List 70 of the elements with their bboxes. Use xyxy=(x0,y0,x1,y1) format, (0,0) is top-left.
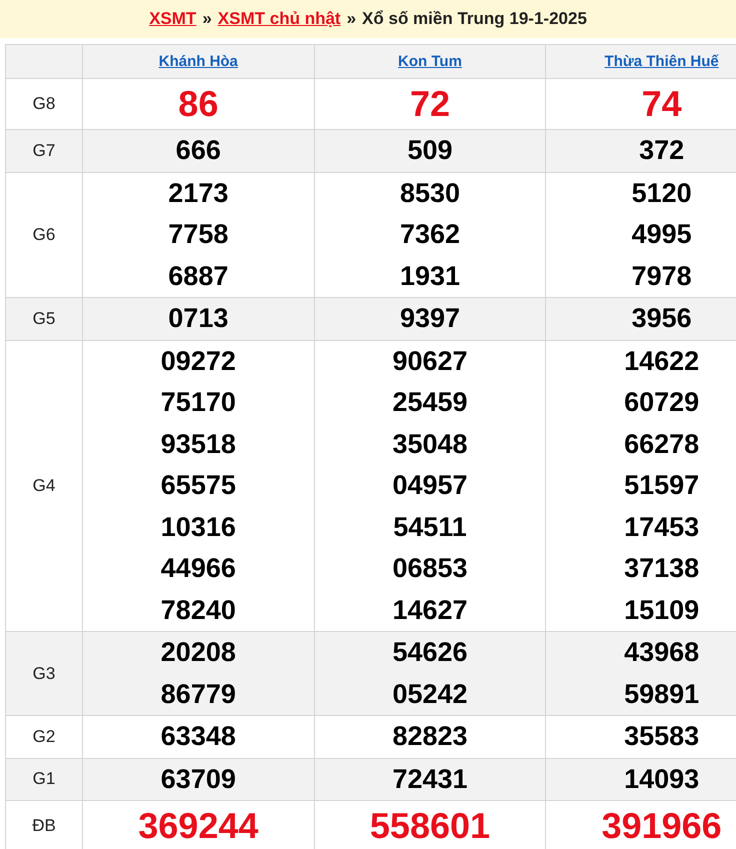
result-number: 9397 xyxy=(400,303,460,333)
result-number: 37138 xyxy=(624,553,700,583)
result-number: 5120 xyxy=(632,178,692,208)
result-number: 35048 xyxy=(392,428,468,458)
result-number: 8530 xyxy=(400,178,460,208)
result-number: 51597 xyxy=(624,470,700,500)
result-number: 372 xyxy=(639,135,684,165)
prize-label: G4 xyxy=(32,476,56,495)
result-number: 2173 xyxy=(168,178,228,208)
prize-label: G6 xyxy=(32,224,56,244)
result-number: 7758 xyxy=(168,219,228,249)
result-number: 666 xyxy=(176,135,221,165)
result-number: 0713 xyxy=(168,303,228,333)
result-number: 10316 xyxy=(160,512,236,542)
result-number: 7362 xyxy=(400,219,460,249)
result-number: 391966 xyxy=(602,805,722,846)
result-number: 369244 xyxy=(138,805,258,846)
result-number: 7978 xyxy=(632,260,692,290)
result-number: 14093 xyxy=(624,764,700,794)
result-number: 74 xyxy=(642,83,682,124)
result-number: 65575 xyxy=(160,470,236,500)
page-title: Xổ số miền Trung 19-1-2025 xyxy=(362,9,587,29)
breadcrumb-separator: » xyxy=(346,9,356,29)
result-number: 75170 xyxy=(160,387,236,417)
result-number: 05242 xyxy=(392,678,468,708)
result-number: 82823 xyxy=(392,721,468,751)
prize-label: G7 xyxy=(32,140,56,160)
result-number: 60729 xyxy=(624,387,700,417)
result-number: 20208 xyxy=(160,637,236,667)
result-number: 54511 xyxy=(393,512,467,542)
result-number: 54626 xyxy=(392,637,468,667)
result-number: 6887 xyxy=(168,260,228,290)
prize-label: G5 xyxy=(32,308,56,328)
result-number: 15109 xyxy=(624,594,700,624)
result-number: 43968 xyxy=(624,637,700,667)
prize-label: G2 xyxy=(32,726,56,746)
result-number: 3956 xyxy=(632,303,692,333)
result-number: 04957 xyxy=(392,470,468,500)
prize-label: G1 xyxy=(32,769,56,788)
result-number: 14622 xyxy=(624,346,700,376)
province-link[interactable]: Khánh Hòa xyxy=(158,52,238,70)
province-link[interactable]: Kon Tum xyxy=(398,52,462,70)
result-number: 59891 xyxy=(624,678,700,708)
result-number: 1931 xyxy=(400,260,460,290)
result-number: 09272 xyxy=(160,346,236,376)
result-number: 93518 xyxy=(160,428,236,458)
prize-label: G8 xyxy=(32,94,56,113)
prize-label: ĐB xyxy=(32,816,56,835)
result-number: 509 xyxy=(407,135,453,165)
breadcrumb-link[interactable]: XSMT xyxy=(149,9,196,29)
result-number: 63709 xyxy=(160,764,236,794)
result-number: 44966 xyxy=(160,553,236,583)
result-number: 72431 xyxy=(392,764,468,794)
result-number: 558601 xyxy=(370,805,490,846)
result-number: 06853 xyxy=(392,553,468,583)
prize-label: G3 xyxy=(32,664,56,682)
result-number: 86779 xyxy=(160,678,236,708)
result-number: 4995 xyxy=(632,219,692,249)
result-number: 90627 xyxy=(392,346,468,376)
breadcrumb-separator: » xyxy=(202,9,212,29)
result-number: 86 xyxy=(178,83,218,124)
result-number: 66278 xyxy=(624,428,700,458)
result-number: 14627 xyxy=(392,594,468,624)
result-number: 25459 xyxy=(392,387,468,417)
result-number: 35583 xyxy=(624,721,700,751)
result-number: 78240 xyxy=(160,594,236,624)
breadcrumb-link[interactable]: XSMT chủ nhật xyxy=(218,9,341,29)
result-number: 63348 xyxy=(160,721,236,751)
result-number: 72 xyxy=(410,83,450,124)
result-number: 17453 xyxy=(624,512,700,542)
